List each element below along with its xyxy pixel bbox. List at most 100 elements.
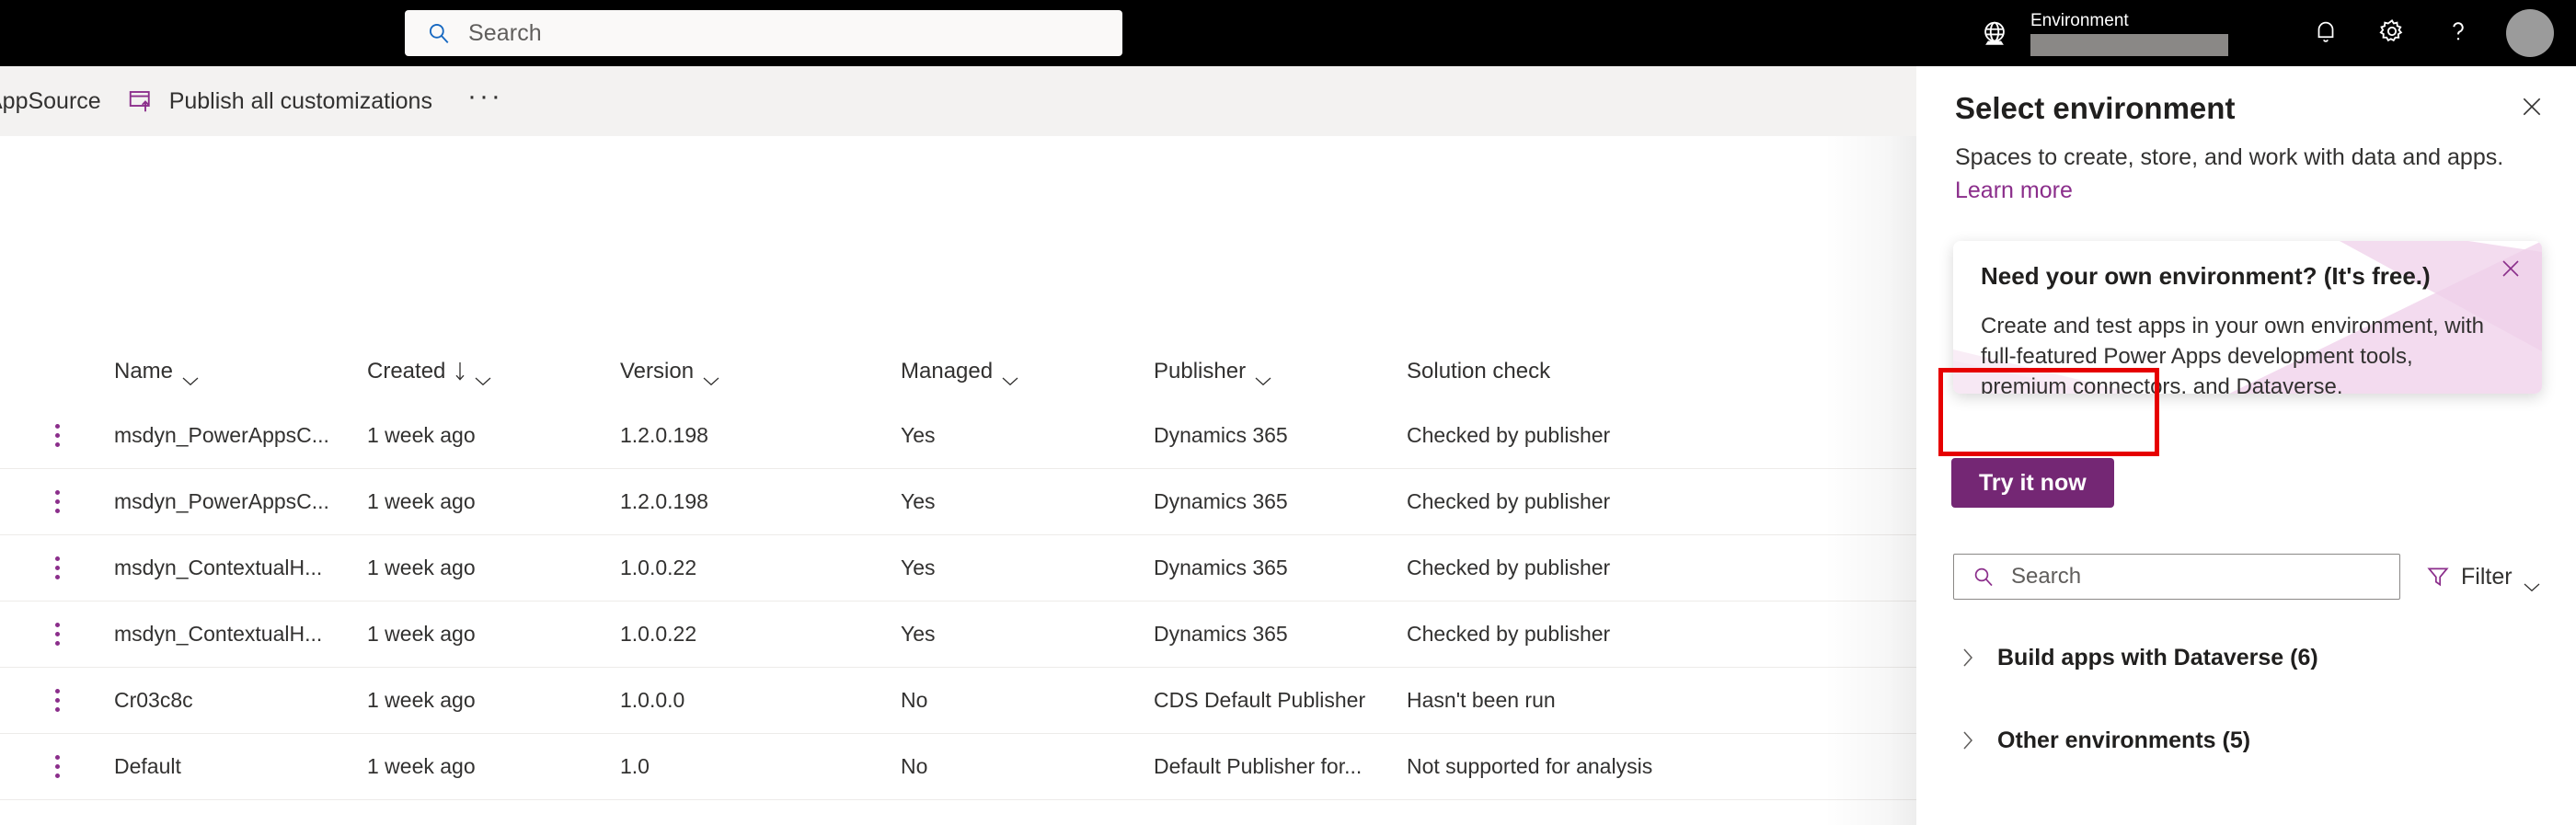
table-row[interactable]: Cr03c8c 1 week ago 1.0.0.0 No CDS Defaul… — [0, 668, 1916, 734]
table-row[interactable]: msdyn_PowerAppsC... 1 week ago 1.2.0.198… — [0, 403, 1916, 469]
more-vertical-icon — [54, 623, 60, 646]
row-more-options-button[interactable] — [0, 755, 114, 778]
column-header-created-label: Created — [367, 359, 446, 384]
environment-groups: Build apps with Dataverse (6) Other envi… — [1938, 616, 2564, 782]
panel-search-input[interactable]: Search — [1953, 554, 2400, 600]
chevron-down-icon — [1002, 367, 1018, 385]
avatar[interactable] — [2506, 9, 2554, 57]
cell-solution-check: Checked by publisher — [1407, 423, 1611, 447]
chevron-right-icon — [1938, 647, 1997, 668]
notifications-button[interactable] — [2293, 0, 2359, 66]
question-mark-icon — [2444, 17, 2473, 51]
column-header-version-label: Version — [620, 359, 695, 384]
cell-publisher: Dynamics 365 — [1154, 556, 1288, 579]
more-vertical-icon — [54, 490, 60, 513]
filter-button[interactable]: Filter — [2426, 564, 2540, 591]
chevron-down-icon — [475, 367, 491, 385]
cell-managed: No — [901, 688, 928, 712]
cell-publisher: CDS Default Publisher — [1154, 688, 1366, 712]
row-more-options-button[interactable] — [0, 424, 114, 447]
callout-content: Need your own environment? (It's free.) … — [1953, 241, 2542, 394]
global-search-input[interactable]: Search — [405, 10, 1122, 56]
cell-solution-check: Not supported for analysis — [1407, 754, 1653, 778]
column-header-publisher[interactable]: Publisher — [1154, 359, 1407, 385]
cell-version: 1.0 — [620, 754, 650, 778]
publish-icon — [127, 87, 155, 115]
cell-publisher: Default Publisher for... — [1154, 754, 1363, 778]
cell-version: 1.2.0.198 — [620, 423, 708, 447]
cell-name: Cr03c8c — [114, 688, 193, 712]
command-bar-overflow-button[interactable]: ··· — [454, 62, 516, 132]
chevron-down-icon — [1255, 367, 1271, 385]
environment-label-wrap: Environment — [2030, 9, 2228, 57]
table-row[interactable]: msdyn_ContextualH... 1 week ago 1.0.0.22… — [0, 535, 1916, 602]
column-header-solution-check[interactable]: Solution check — [1407, 359, 1775, 384]
environment-label: Environment — [2030, 10, 2129, 30]
sort-descending-icon — [454, 361, 466, 382]
panel-header: Select environment Spaces to create, sto… — [1916, 66, 2576, 206]
cell-created: 1 week ago — [367, 688, 476, 712]
panel-search-placeholder: Search — [2011, 564, 2082, 589]
help-button[interactable] — [2425, 0, 2491, 66]
cell-name: msdyn_PowerAppsC... — [114, 423, 329, 447]
cell-created: 1 week ago — [367, 489, 476, 513]
learn-more-link[interactable]: Learn more — [1955, 175, 2073, 206]
column-header-name-label: Name — [114, 359, 174, 384]
appsource-button[interactable]: AppSource — [0, 66, 127, 136]
search-icon — [1972, 566, 1995, 588]
table-row[interactable]: msdyn_ContextualH... 1 week ago 1.0.0.22… — [0, 602, 1916, 668]
group-label: Build apps with Dataverse (6) — [1997, 644, 2318, 670]
column-header-name[interactable]: Name — [114, 359, 367, 385]
chevron-right-icon — [1938, 730, 1997, 751]
callout-body: Create and test apps in your own environ… — [1981, 314, 2484, 394]
cell-name: Default — [114, 754, 181, 778]
group-other-environments[interactable]: Other environments (5) — [1938, 699, 2564, 782]
callout-close-button[interactable] — [2492, 252, 2529, 289]
table-row[interactable]: msdyn_PowerAppsC... 1 week ago 1.2.0.198… — [0, 469, 1916, 535]
more-vertical-icon — [54, 556, 60, 579]
column-header-managed[interactable]: Managed — [901, 359, 1154, 385]
try-it-now-button[interactable]: Try it now — [1951, 458, 2114, 508]
gear-icon — [2377, 17, 2407, 51]
environment-picker[interactable]: Environment — [1979, 0, 2228, 66]
teaching-callout: Need your own environment? (It's free.) … — [1953, 241, 2542, 394]
panel-subtitle: Spaces to create, store, and work with d… — [1955, 144, 2504, 170]
row-more-options-button[interactable] — [0, 490, 114, 513]
publish-all-customizations-button[interactable]: Publish all customizations — [127, 66, 454, 136]
cell-publisher: Dynamics 365 — [1154, 423, 1288, 447]
app-header: Search Environment — [0, 0, 2576, 66]
panel-close-button[interactable] — [2512, 88, 2552, 129]
row-more-options-button[interactable] — [0, 623, 114, 646]
table-row[interactable]: Default 1 week ago 1.0 No Default Publis… — [0, 734, 1916, 800]
cell-publisher: Dynamics 365 — [1154, 489, 1288, 513]
cell-created: 1 week ago — [367, 556, 476, 579]
row-more-options-button[interactable] — [0, 556, 114, 579]
chevron-down-icon — [182, 367, 199, 385]
cell-managed: Yes — [901, 423, 936, 447]
panel-title: Select environment — [1955, 91, 2236, 125]
filter-icon — [2426, 565, 2450, 589]
appsource-label: AppSource — [0, 87, 101, 114]
cell-managed: Yes — [901, 489, 936, 513]
callout-title: Need your own environment? (It's free.) — [1981, 262, 2431, 290]
cell-managed: Yes — [901, 556, 936, 579]
column-header-version[interactable]: Version — [620, 359, 901, 385]
solutions-table: Name Created Version Managed Publisher S… — [0, 136, 1916, 800]
cell-name: msdyn_ContextualH... — [114, 556, 323, 579]
cell-version: 1.0.0.22 — [620, 556, 697, 579]
column-header-solution-check-label: Solution check — [1407, 359, 1551, 384]
group-build-apps-with-dataverse[interactable]: Build apps with Dataverse (6) — [1938, 616, 2564, 699]
environment-value-redacted — [2030, 33, 2228, 56]
panel-search-row: Search Filter — [1953, 554, 2542, 600]
column-header-created[interactable]: Created — [367, 359, 620, 385]
more-vertical-icon — [54, 689, 60, 712]
cell-version: 1.0.0.0 — [620, 688, 685, 712]
global-search-placeholder: Search — [468, 19, 542, 46]
search-icon — [427, 21, 451, 45]
more-vertical-icon — [54, 424, 60, 447]
settings-button[interactable] — [2359, 0, 2425, 66]
cell-name: msdyn_PowerAppsC... — [114, 489, 329, 513]
row-more-options-button[interactable] — [0, 689, 114, 712]
cell-created: 1 week ago — [367, 622, 476, 646]
cell-version: 1.2.0.198 — [620, 489, 708, 513]
